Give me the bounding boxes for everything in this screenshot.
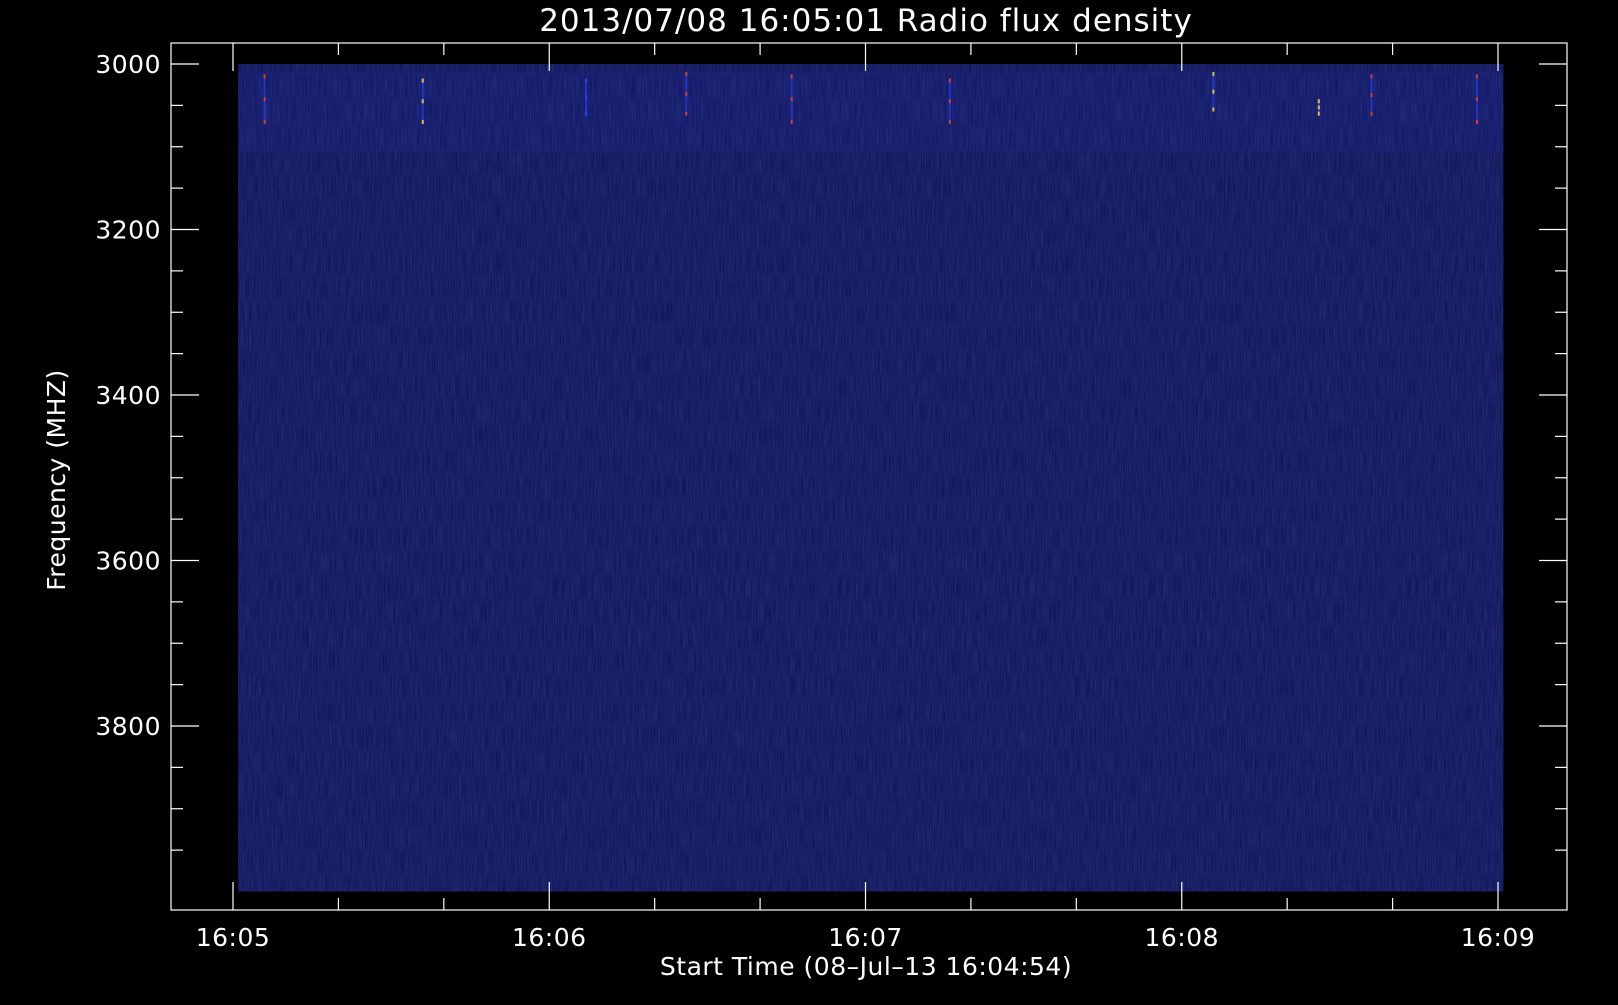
burst-mark bbox=[1212, 71, 1215, 112]
burst-dot bbox=[585, 111, 588, 116]
burst-mark bbox=[263, 74, 266, 124]
x-tick-label: 16:08 bbox=[1144, 923, 1219, 952]
burst-dot bbox=[263, 119, 266, 124]
burst-dot bbox=[790, 119, 793, 124]
heatmap-top-band bbox=[238, 72, 1504, 152]
y-tick-label: 3000 bbox=[95, 50, 161, 79]
burst-mark bbox=[790, 74, 793, 124]
burst-mark bbox=[1317, 99, 1320, 116]
spectrogram-chart: 2013/07/08 16:05:01 Radio flux density 1… bbox=[0, 0, 1618, 1000]
burst-dot bbox=[263, 74, 266, 79]
burst-dot bbox=[790, 74, 793, 79]
y-tick-label: 3800 bbox=[95, 712, 161, 741]
burst-mark bbox=[685, 71, 688, 116]
burst-dot bbox=[948, 99, 951, 104]
x-tick-label: 16:06 bbox=[512, 923, 587, 952]
burst-dot bbox=[1475, 74, 1478, 79]
burst-dot bbox=[1370, 93, 1373, 98]
x-tick-label: 16:07 bbox=[828, 923, 903, 952]
y-tick-label: 3400 bbox=[95, 381, 161, 410]
burst-dot bbox=[1317, 111, 1320, 116]
burst-dot bbox=[1317, 99, 1320, 104]
burst-dot bbox=[1317, 105, 1320, 110]
burst-mark bbox=[1370, 74, 1373, 116]
x-axis-label: Start Time (08–Jul–13 16:04:54) bbox=[660, 952, 1072, 981]
plot-area bbox=[238, 64, 1504, 892]
y-axis-label: Frequency (MHZ) bbox=[42, 369, 71, 591]
y-tick-label: 3200 bbox=[95, 216, 161, 245]
burst-dot bbox=[421, 99, 424, 104]
burst-dot bbox=[948, 78, 951, 83]
heatmap-texture bbox=[238, 64, 1504, 892]
burst-dot bbox=[1475, 97, 1478, 102]
burst-dot bbox=[585, 78, 588, 83]
burst-dot bbox=[585, 95, 588, 100]
burst-dot bbox=[1475, 119, 1478, 124]
y-tick-label: 3600 bbox=[95, 547, 161, 576]
burst-dot bbox=[421, 119, 424, 124]
chart-svg: 2013/07/08 16:05:01 Radio flux density 1… bbox=[42, 3, 1568, 981]
burst-mark bbox=[585, 78, 588, 116]
burst-dot bbox=[1212, 71, 1215, 76]
burst-dot bbox=[790, 97, 793, 102]
burst-dot bbox=[685, 71, 688, 76]
x-tick-label: 16:05 bbox=[196, 923, 271, 952]
burst-mark bbox=[421, 78, 424, 124]
x-tick-label: 16:09 bbox=[1461, 923, 1536, 952]
burst-dot bbox=[685, 111, 688, 116]
burst-dot bbox=[421, 78, 424, 83]
burst-dot bbox=[685, 91, 688, 96]
burst-dot bbox=[263, 97, 266, 102]
burst-dot bbox=[1370, 111, 1373, 116]
burst-mark bbox=[1475, 74, 1478, 124]
burst-dot bbox=[1370, 74, 1373, 79]
burst-dot bbox=[1212, 107, 1215, 112]
burst-dot bbox=[948, 119, 951, 124]
chart-title: 2013/07/08 16:05:01 Radio flux density bbox=[539, 3, 1193, 39]
burst-mark bbox=[948, 78, 951, 124]
burst-dot bbox=[1212, 89, 1215, 94]
